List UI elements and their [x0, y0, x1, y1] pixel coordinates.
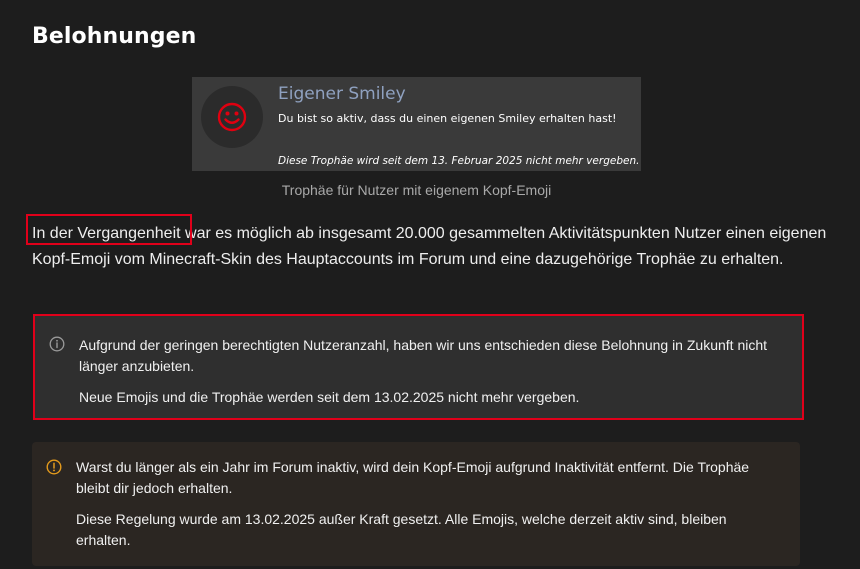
- trophy-description: Du bist so aktiv, dass du einen eigenen …: [278, 112, 617, 125]
- trophy-icon-container: [201, 86, 263, 148]
- smiley-icon: [217, 102, 247, 132]
- trophy-card: Eigener Smiley Du bist so aktiv, dass du…: [192, 77, 641, 171]
- trophy-note: Diese Trophäe wird seit dem 13. Februar …: [278, 155, 640, 167]
- info-callout-paragraph-2: Neue Emojis und die Trophäe werden seit …: [79, 389, 580, 405]
- warning-callout-paragraph-2: Diese Regelung wurde am 13.02.2025 außer…: [76, 511, 727, 548]
- highlight-box: [26, 214, 192, 245]
- info-callout-text: Aufgrund der geringen berechtigten Nutze…: [79, 335, 784, 418]
- info-callout: Aufgrund der geringen berechtigten Nutze…: [33, 314, 804, 420]
- trophy-title: Eigener Smiley: [278, 84, 406, 104]
- warning-callout-paragraph-1: Warst du länger als ein Jahr im Forum in…: [76, 459, 750, 496]
- page-title: Belohnungen: [32, 24, 197, 49]
- rewards-page: Belohnungen Eigener Smiley Du bist so ak…: [0, 0, 860, 569]
- warning-circle-icon: [46, 459, 62, 475]
- warning-callout-text: Warst du länger als ein Jahr im Forum in…: [76, 457, 782, 561]
- info-callout-paragraph-1: Aufgrund der geringen berechtigten Nutze…: [79, 337, 768, 374]
- warning-callout: Warst du länger als ein Jahr im Forum in…: [32, 442, 800, 566]
- trophy-caption: Trophäe für Nutzer mit eigenem Kopf-Emoj…: [281, 182, 552, 198]
- info-circle-icon: [49, 336, 65, 352]
